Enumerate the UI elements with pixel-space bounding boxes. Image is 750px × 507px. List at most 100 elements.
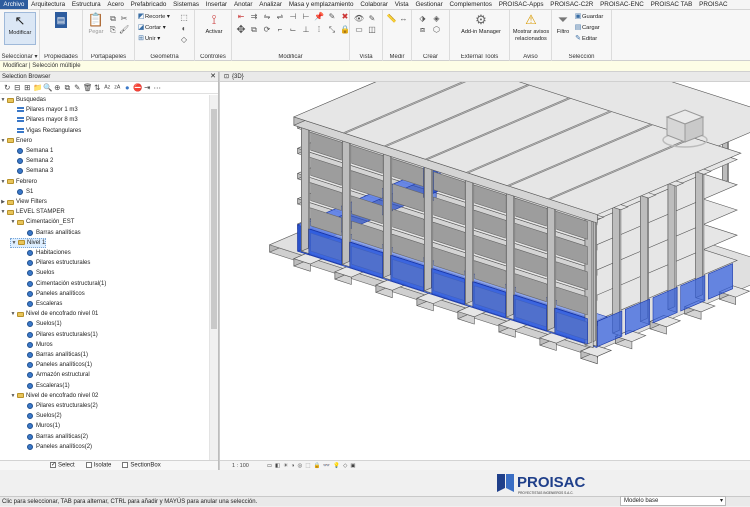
scale-icon[interactable]: ⤡ [326, 25, 338, 37]
cope-button[interactable]: ◩Recorte ▾ [137, 13, 170, 21]
add-icon[interactable]: ⊕ [53, 83, 62, 93]
modify-button[interactable]: ↖ Modificar [4, 12, 36, 45]
tree-item[interactable]: Habitaciones [20, 248, 71, 258]
measure-icon[interactable]: 📏 [386, 14, 397, 24]
analytical-model-icon[interactable]: ◇ [343, 461, 347, 471]
scrollbar-thumb[interactable] [211, 109, 217, 329]
menu-tab[interactable]: Complementos [446, 0, 495, 9]
tree-item[interactable]: Pilares mayor 1 m3 [10, 105, 78, 115]
viewcube-icon[interactable] [660, 106, 710, 152]
menu-tab[interactable]: PROISAC TAB [647, 0, 696, 9]
tree-item[interactable]: Paneles analíticos [20, 289, 85, 299]
menu-tab[interactable]: Insertar [202, 0, 230, 9]
menu-tab[interactable]: Estructura [69, 0, 104, 9]
tree-item[interactable]: ▼ Nivel 1 [10, 237, 47, 248]
tree-item[interactable]: Muros [20, 340, 53, 350]
pin-icon[interactable]: 📌 [313, 12, 325, 24]
link-icon[interactable]: ⇥ [143, 83, 152, 93]
unpin-icon[interactable]: ✎ [326, 12, 338, 24]
line-work-icon[interactable]: ▭ [353, 25, 365, 35]
menu-tab[interactable]: Anotar [231, 0, 256, 9]
crop-view-icon[interactable]: ⬚ [305, 461, 310, 471]
detail-level-icon[interactable]: ▭ [267, 461, 272, 471]
menu-tab[interactable]: Archivo [0, 0, 28, 9]
wall-join-icon[interactable]: ⬚ [179, 13, 189, 23]
model-select[interactable]: Modelo base ▾ [620, 496, 726, 506]
rename-icon[interactable]: ✎ [73, 83, 82, 93]
copy-icon[interactable]: ⧉ [108, 14, 118, 24]
stop-icon[interactable]: ⛔ [133, 83, 142, 93]
load-selection-button[interactable]: ▤Cargar [574, 24, 600, 32]
view-tab[interactable]: ⊡ {3D} [220, 72, 750, 82]
menu-tab[interactable]: Colaborar [357, 0, 391, 9]
more-icon[interactable]: ⋯ [153, 83, 162, 93]
tree-item[interactable]: Suelos(1) [20, 319, 62, 329]
offset-icon[interactable]: ⇉ [248, 12, 260, 24]
new-search-icon[interactable]: 🔍 [43, 83, 52, 93]
highlight-icon[interactable]: ▣ [350, 461, 355, 471]
reveal-hidden-icon[interactable]: 💡 [333, 461, 340, 471]
isolate-checkbox[interactable]: Isolate [85, 462, 111, 469]
tree-item[interactable]: ▼ Cimentación_EST [10, 217, 75, 227]
hide-element-icon[interactable]: ◫ [366, 25, 378, 35]
tree-item[interactable]: Escaleras [20, 299, 62, 309]
cut-icon[interactable]: ✂ [119, 14, 129, 24]
tree-item[interactable]: Pilares estructurales(1) [20, 330, 98, 340]
menu-tab[interactable]: Analizar [256, 0, 286, 9]
tree-item[interactable]: Suelos [20, 268, 54, 278]
show-warnings-button[interactable]: ⚠ Mostrar avisos relacionados [511, 12, 551, 42]
cut-button[interactable]: ◪Cortar ▾ [137, 24, 166, 32]
tree-item[interactable]: ▼ Nivel de encofrado nivel 02 [10, 391, 99, 401]
rotate-icon[interactable]: ⟳ [261, 25, 273, 37]
menu-tab[interactable]: Masa y emplazamiento [285, 0, 357, 9]
menu-tab[interactable]: Gestionar [412, 0, 446, 9]
tree-item[interactable]: Semana 3 [10, 166, 53, 176]
tree-item[interactable]: ▼ Nivel de encofrado nivel 01 [10, 309, 99, 319]
split-icon[interactable]: ⊣ [287, 12, 299, 24]
tree-item[interactable]: Semana 2 [10, 156, 53, 166]
menu-tab[interactable]: Vista [391, 0, 412, 9]
rendering-icon[interactable]: ◎ [298, 461, 303, 471]
array-icon[interactable]: ⁞ [313, 25, 325, 37]
tree-item[interactable]: Paneles analíticos(2) [20, 442, 92, 452]
parts-icon[interactable]: ◈ [430, 14, 443, 24]
tree-item[interactable]: Pilares estructurales(2) [20, 401, 98, 411]
tree-item[interactable]: Barras analíticas(1) [20, 350, 88, 360]
hide-icon[interactable]: 👁 [353, 14, 365, 24]
tree-item[interactable]: ▼ LEVEL STAMPER [0, 207, 65, 217]
tree-scrollbar[interactable] [209, 95, 218, 461]
sort-asc-icon[interactable]: ⇅ [93, 83, 102, 93]
collapse-icon[interactable]: ⊟ [13, 83, 22, 93]
split-face-icon[interactable]: ◇ [179, 35, 189, 45]
new-folder-icon[interactable]: 📁 [33, 83, 42, 93]
brush-icon[interactable]: 🖌 [119, 25, 129, 35]
mirror-draw-icon[interactable]: ⇌ [274, 12, 286, 24]
properties-button[interactable]: ▤ [46, 12, 76, 29]
mirror-axis-icon[interactable]: ⇋ [261, 12, 273, 24]
color-icon[interactable]: ● [123, 83, 132, 93]
menu-tab[interactable]: Prefabricado [127, 0, 169, 9]
tree-item[interactable]: Suelos(2) [20, 411, 62, 421]
filter-button[interactable]: ⏷ Filtro [554, 12, 572, 36]
tree-item[interactable]: Pilares estructurales [20, 258, 90, 268]
assembly-icon[interactable]: ⬗ [416, 14, 429, 24]
temporary-hide-icon[interactable]: 👓 [323, 461, 330, 471]
split-gap-icon[interactable]: ⊢ [300, 12, 312, 24]
dimension-icon[interactable]: ↔ [398, 14, 409, 24]
refresh-icon[interactable]: ↻ [3, 83, 12, 93]
tree-item[interactable]: Vigas Rectangulares [10, 126, 81, 136]
tree-item[interactable]: Paneles analíticos(1) [20, 360, 92, 370]
tree-item[interactable]: Semana 1 [10, 146, 53, 156]
move-icon[interactable]: ✥ [235, 25, 247, 37]
align-icon[interactable]: ⇤ [235, 12, 247, 24]
trim-icon[interactable]: ⌐ [274, 25, 286, 37]
tree-item[interactable]: ▼ Enero [0, 136, 33, 146]
tree-item[interactable]: S1 [10, 187, 33, 197]
menu-tab[interactable]: PROISAC-C2R [547, 0, 597, 9]
menu-tab[interactable]: PROISAC-Apps [495, 0, 547, 9]
sectionbox-checkbox[interactable]: SectionBox [122, 462, 161, 469]
tree-item[interactable]: Barras analíticas [20, 228, 81, 238]
trim-multi-icon[interactable]: ⊥ [300, 25, 312, 37]
tree-item[interactable]: Barras analíticas(2) [20, 432, 88, 442]
select-dropdown[interactable]: Seleccionar ▾ [0, 53, 39, 60]
